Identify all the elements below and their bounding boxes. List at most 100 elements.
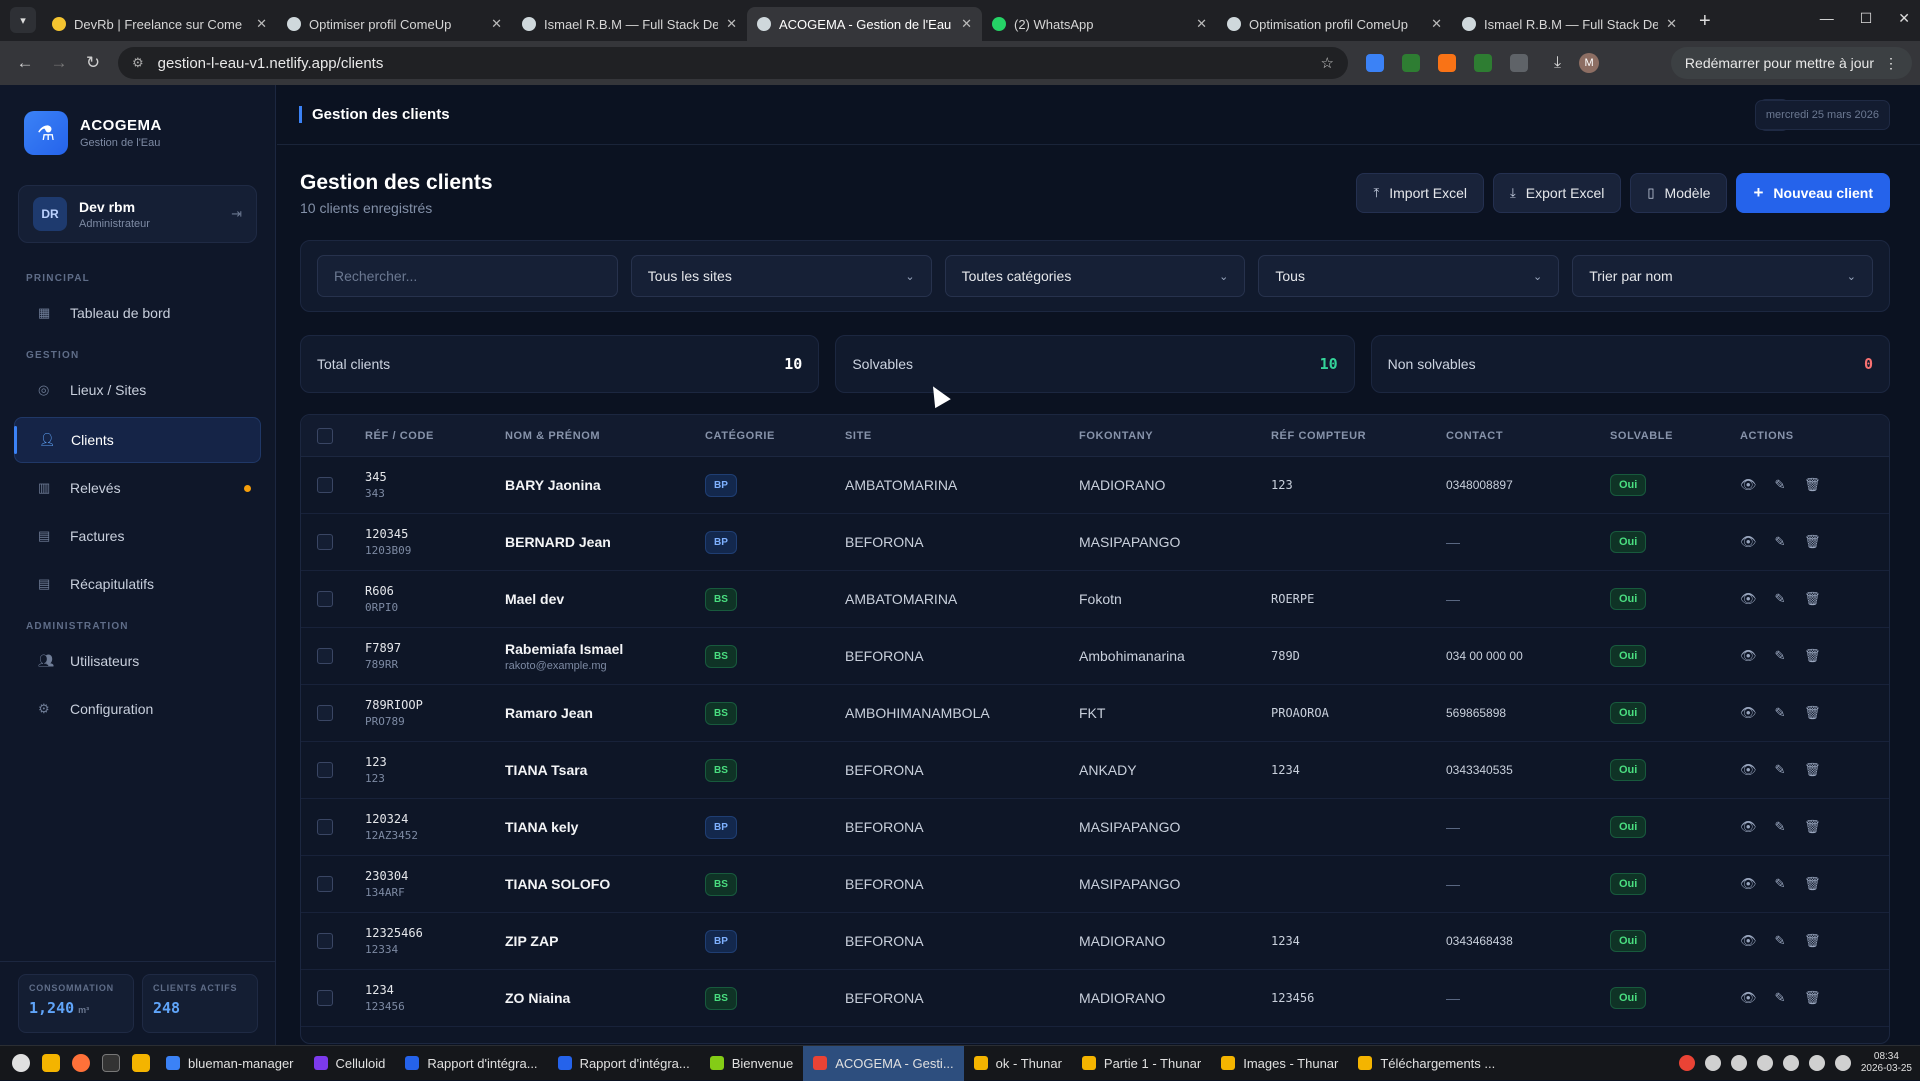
new-tab-icon[interactable]: + xyxy=(1699,10,1711,33)
row-checkbox[interactable] xyxy=(317,819,333,835)
reload-icon[interactable]: ↻ xyxy=(76,53,110,73)
row-checkbox[interactable] xyxy=(317,990,333,1006)
back-icon[interactable]: ← xyxy=(8,53,42,73)
sidebar-item-sites[interactable]: ◎ Lieux / Sites xyxy=(14,367,261,413)
close-window-icon[interactable]: ✕ xyxy=(1898,10,1910,27)
table-row[interactable]: 789RIOOP PRO789 Ramaro Jean BS AMBOHIMANAMBO… xyxy=(301,685,1889,742)
terminal-icon[interactable] xyxy=(102,1054,120,1072)
start-menu-icon[interactable] xyxy=(12,1054,30,1072)
sidebar-item-clients[interactable]: 👤︎ Clients xyxy=(14,417,261,463)
taskbar-window-button[interactable]: blueman-manager xyxy=(156,1046,304,1081)
view-eye-icon[interactable]: 👁︎ xyxy=(1740,819,1757,835)
sidebar-item-config[interactable]: ⚙ Configuration xyxy=(14,686,261,732)
site-select[interactable]: Tous les sites ⌄ xyxy=(630,255,932,297)
close-tab-icon[interactable]: ✕ xyxy=(491,16,502,32)
column-header[interactable]: CATÉGORIE xyxy=(705,430,845,442)
extension-icon[interactable] xyxy=(1402,54,1420,72)
status-select[interactable]: Tous ⌄ xyxy=(1258,255,1560,297)
address-bar[interactable]: ⚙ gestion-l-eau-v1.netlify.app/clients ☆ xyxy=(118,47,1348,79)
forward-icon[interactable]: → xyxy=(42,53,76,73)
battery-icon[interactable] xyxy=(1808,1055,1825,1071)
table-row[interactable]: 1234 123456 ZO Niaina BS BEFORONA MADIORANO 12… xyxy=(301,970,1889,1027)
sidebar-item-recap[interactable]: ▤ Récapitulatifs xyxy=(14,561,261,607)
delete-trash-icon[interactable]: 🗑︎ xyxy=(1804,534,1821,550)
column-header[interactable]: NOM & PRÉNOM xyxy=(505,430,705,442)
browser-tab[interactable]: Optimiser profil ComeUp ✕ xyxy=(277,7,512,41)
taskbar-window-button[interactable]: Bienvenue xyxy=(700,1046,803,1081)
browser-tab[interactable]: Ismael R.B.M — Full Stack De ✕ xyxy=(512,7,747,41)
extension-icon[interactable] xyxy=(1474,54,1492,72)
column-header[interactable]: SITE xyxy=(845,430,1079,442)
view-eye-icon[interactable]: 👁︎ xyxy=(1740,477,1757,493)
close-tab-icon[interactable]: ✕ xyxy=(256,16,267,32)
restart-update-button[interactable]: Redémarrer pour mettre à jour ⋮ xyxy=(1670,47,1912,79)
volume-icon[interactable] xyxy=(1834,1055,1851,1071)
view-eye-icon[interactable]: 👁︎ xyxy=(1740,990,1757,1006)
view-eye-icon[interactable]: 👁︎ xyxy=(1740,648,1757,664)
sidebar-item-factures[interactable]: ▤ Factures xyxy=(14,513,261,559)
table-row[interactable]: 120324 12AZ3452 TIANA kely BP BEFORONA MASIPA… xyxy=(301,799,1889,856)
taskbar-window-button[interactable]: ok - Thunar xyxy=(964,1046,1072,1081)
view-eye-icon[interactable]: 👁︎ xyxy=(1740,705,1757,721)
sort-select[interactable]: Trier par nom ⌄ xyxy=(1572,255,1873,297)
edit-icon[interactable]: ✎ xyxy=(1772,990,1788,1006)
view-eye-icon[interactable]: 👁︎ xyxy=(1740,534,1757,550)
view-eye-icon[interactable]: 👁︎ xyxy=(1740,876,1757,892)
sidebar-item-dashboard[interactable]: ▦ Tableau de bord xyxy=(14,290,261,336)
bookmark-star-icon[interactable]: ☆ xyxy=(1321,54,1334,72)
browser-tab[interactable]: DevRb | Freelance sur Come ✕ xyxy=(42,7,277,41)
delete-trash-icon[interactable]: 🗑︎ xyxy=(1804,648,1821,664)
profile-avatar[interactable]: M xyxy=(1579,53,1600,73)
taskbar-window-button[interactable]: Images - Thunar xyxy=(1211,1046,1348,1081)
delete-trash-icon[interactable]: 🗑︎ xyxy=(1804,477,1821,493)
table-row[interactable]: R606 0RPI0 Mael dev BS AMBATOMARINA Fokotn ROE… xyxy=(301,571,1889,628)
row-checkbox[interactable] xyxy=(317,477,333,493)
maximize-icon[interactable]: ☐ xyxy=(1860,10,1873,27)
row-checkbox[interactable] xyxy=(317,591,333,607)
row-checkbox[interactable] xyxy=(317,534,333,550)
edit-icon[interactable]: ✎ xyxy=(1772,819,1788,835)
row-checkbox[interactable] xyxy=(317,933,333,949)
row-checkbox[interactable] xyxy=(317,876,333,892)
taskbar-window-button[interactable]: Téléchargements ... xyxy=(1348,1046,1505,1081)
table-row[interactable]: F7897 789RR Rabemiafa Ismael rakoto@example… xyxy=(301,628,1889,685)
row-checkbox[interactable] xyxy=(317,762,333,778)
view-eye-icon[interactable]: 👁︎ xyxy=(1740,762,1757,778)
delete-trash-icon[interactable]: 🗑︎ xyxy=(1804,705,1821,721)
taskbar-window-button[interactable]: Rapport d'intégra... xyxy=(548,1046,700,1081)
delete-trash-icon[interactable]: 🗑︎ xyxy=(1804,876,1821,892)
column-header[interactable]: SOLVABLE xyxy=(1610,430,1740,442)
column-header[interactable]: FOKONTANY xyxy=(1079,430,1271,442)
bluetooth-icon[interactable] xyxy=(1704,1055,1721,1071)
column-header[interactable]: RÉF / CODE xyxy=(365,430,505,442)
site-info-icon[interactable]: ⚙ xyxy=(132,55,144,71)
view-eye-icon[interactable]: 👁︎ xyxy=(1740,591,1757,607)
delete-trash-icon[interactable]: 🗑︎ xyxy=(1804,990,1821,1006)
row-checkbox[interactable] xyxy=(317,705,333,721)
browser-tab[interactable]: ACOGEMA - Gestion de l'Eau ✕ xyxy=(747,7,982,41)
sidebar-item-users[interactable]: 👥︎ Utilisateurs xyxy=(14,638,261,684)
files-icon[interactable] xyxy=(42,1054,60,1072)
column-header[interactable]: CONTACT xyxy=(1446,430,1610,442)
edit-icon[interactable]: ✎ xyxy=(1772,648,1788,664)
table-row[interactable]: 123 123 TIANA Tsara BS BEFORONA ANKADY 1234 034… xyxy=(301,742,1889,799)
edit-icon[interactable]: ✎ xyxy=(1772,762,1788,778)
close-tab-icon[interactable]: ✕ xyxy=(1196,16,1207,32)
table-row[interactable]: 345 343 BARY Jaonina BP AMBATOMARINA MADIORAN… xyxy=(301,457,1889,514)
close-tab-icon[interactable]: ✕ xyxy=(961,16,972,32)
firefox-icon[interactable] xyxy=(72,1054,90,1072)
table-row[interactable]: 230304 134ARF TIANA SOLOFO BS BEFORONA MASIPA… xyxy=(301,856,1889,913)
edit-icon[interactable]: ✎ xyxy=(1772,477,1788,493)
taskbar-window-button[interactable]: Celluloid xyxy=(304,1046,396,1081)
extension-icon[interactable] xyxy=(1366,54,1384,72)
browser-tab[interactable]: Ismael R.B.M — Full Stack De ✕ xyxy=(1452,7,1687,41)
chrome-tray-icon[interactable] xyxy=(1678,1055,1695,1071)
view-eye-icon[interactable]: 👁︎ xyxy=(1740,933,1757,949)
notifications-off-icon[interactable] xyxy=(1730,1055,1747,1071)
close-tab-icon[interactable]: ✕ xyxy=(726,16,737,32)
sidebar-item-releves[interactable]: ▥ Relevés xyxy=(14,465,261,511)
row-checkbox[interactable] xyxy=(317,648,333,664)
delete-trash-icon[interactable]: 🗑︎ xyxy=(1804,591,1821,607)
extension-icon[interactable] xyxy=(1438,54,1456,72)
browser-tab[interactable]: Optimisation profil ComeUp ✕ xyxy=(1217,7,1452,41)
